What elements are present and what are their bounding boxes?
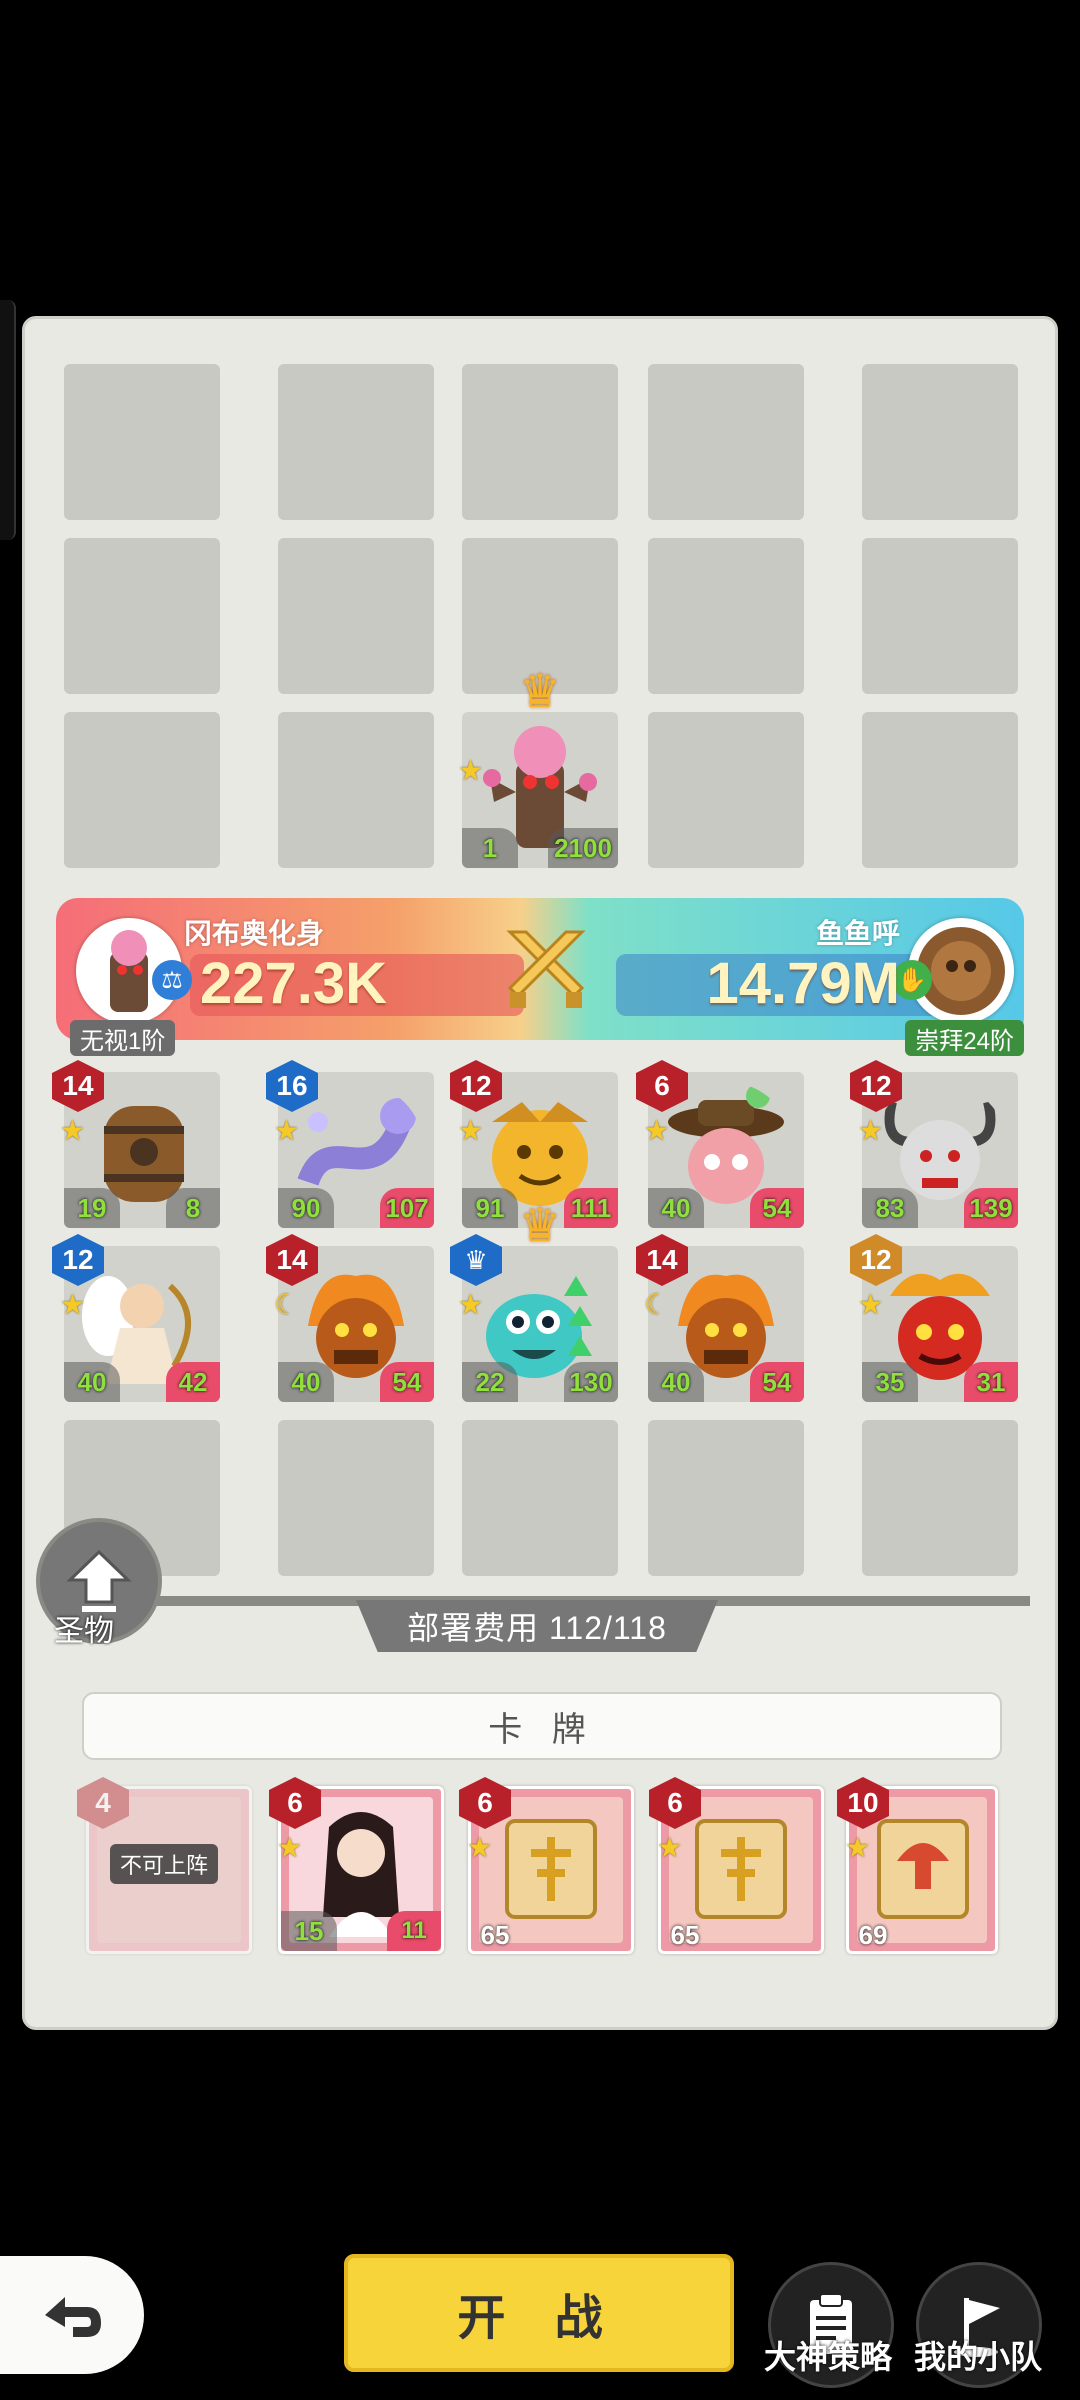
formation-slot[interactable] xyxy=(278,538,434,694)
right-player-power: 14.79M xyxy=(706,951,900,1016)
attack-stat: 35 xyxy=(862,1362,918,1402)
card-cost: 69 xyxy=(858,1920,888,1950)
formation-slot[interactable] xyxy=(648,364,804,520)
formation-slot[interactable] xyxy=(64,364,220,520)
crown-icon: ♛ xyxy=(519,1199,561,1251)
formation-slot[interactable] xyxy=(648,712,804,868)
formation-slot[interactable] xyxy=(278,712,434,868)
card-girl[interactable]: 6 ★ 15 11 xyxy=(269,1777,444,1954)
formation-slot[interactable] xyxy=(862,364,1018,520)
formation-slot[interactable] xyxy=(862,538,1018,694)
commander-unit-tree[interactable]: ♛ ★ 1 2100 xyxy=(458,668,618,868)
unit-dragon[interactable]: 16 ★ 90 107 xyxy=(266,1060,434,1228)
attack-stat: 19 xyxy=(64,1188,120,1228)
formation-slot[interactable] xyxy=(462,1420,618,1576)
attack-stat: 83 xyxy=(862,1188,918,1228)
not-deployable-tag: 不可上阵 xyxy=(110,1844,219,1884)
health-stat: 54 xyxy=(750,1188,804,1228)
star-icon: ★ xyxy=(657,1832,683,1863)
health-stat: 8 xyxy=(166,1188,220,1228)
health-stat: 54 xyxy=(750,1362,804,1402)
attack-stat: 40 xyxy=(278,1362,334,1402)
strategy-label: 大神策略 xyxy=(764,2339,893,2375)
card-scroll-mushroom[interactable]: 10 ★ 69 xyxy=(837,1777,998,1954)
back-arrow-icon xyxy=(45,2297,101,2337)
star-icon: ★ xyxy=(60,1115,86,1146)
unit-fire-demon[interactable]: 14 ☾ 40 54 xyxy=(266,1234,434,1402)
formation-slot[interactable] xyxy=(278,1420,434,1576)
deploy-cost: 部署费用 112/118 xyxy=(356,1600,718,1652)
card-cost: 65 xyxy=(480,1920,510,1950)
star-icon: ★ xyxy=(458,1289,484,1320)
side-drawer-tab[interactable] xyxy=(0,300,16,540)
formation-slot[interactable] xyxy=(64,538,220,694)
health-stat: 111 xyxy=(564,1188,618,1228)
health-stat: 107 xyxy=(380,1188,434,1228)
health-stat: 139 xyxy=(964,1188,1018,1228)
health-stat: 31 xyxy=(964,1362,1018,1402)
star-icon: ★ xyxy=(644,1115,670,1146)
left-player-power: 227.3K xyxy=(200,951,388,1016)
star-icon: ★ xyxy=(858,1289,884,1320)
moon-icon: ☾ xyxy=(644,1289,670,1320)
unit-mushroom-farmer[interactable]: 6 ★ 40 54 xyxy=(636,1060,804,1228)
attack-stat: 22 xyxy=(462,1362,518,1402)
star-icon: ★ xyxy=(274,1115,300,1146)
star-icon: ★ xyxy=(458,755,484,786)
attack-stat: 90 xyxy=(278,1188,334,1228)
star-icon: ★ xyxy=(458,1115,484,1146)
unit-red-demon[interactable]: 12 ★ 35 31 xyxy=(850,1234,1018,1402)
attack-stat: 1 xyxy=(462,828,518,868)
formation-slot[interactable] xyxy=(648,1420,804,1576)
formation-slot[interactable] xyxy=(462,364,618,520)
formation-slot[interactable] xyxy=(64,712,220,868)
start-battle-button[interactable]: 开 战 xyxy=(344,2254,734,2372)
health-stat: 11 xyxy=(387,1911,441,1951)
left-player-name: 冈布奥化身 xyxy=(184,918,325,949)
attack-stat: 15 xyxy=(281,1911,337,1951)
formation-slot[interactable] xyxy=(278,364,434,520)
health-stat: 130 xyxy=(564,1362,618,1402)
star-icon: ★ xyxy=(277,1832,303,1863)
card-scroll[interactable]: 6 ★ 65 xyxy=(459,1777,634,1954)
versus-banner: ⚖ ✋ 冈布奥化身 227.3K 鱼鱼呼 14.79M 无视1阶 崇拜24阶 xyxy=(56,898,1024,1056)
crown-icon: ♛ xyxy=(519,665,561,717)
right-player-name: 鱼鱼呼 xyxy=(815,918,900,949)
star-icon: ★ xyxy=(467,1832,493,1863)
attack-stat: 40 xyxy=(64,1362,120,1402)
unit-fire-demon[interactable]: 14 ☾ 40 54 xyxy=(636,1234,804,1402)
balance-icon: ⚖ xyxy=(152,960,192,1000)
attack-stat: 40 xyxy=(648,1188,704,1228)
star-icon: ★ xyxy=(845,1832,871,1863)
star-icon: ★ xyxy=(858,1115,884,1146)
unit-angel[interactable]: 12 ★ 40 42 xyxy=(52,1234,220,1402)
formation-slot[interactable] xyxy=(862,712,1018,868)
right-rank-tag: 崇拜24阶 xyxy=(905,1020,1024,1056)
formation-slot[interactable] xyxy=(862,1420,1018,1576)
health-stat: 54 xyxy=(380,1362,434,1402)
my-team-label: 我的小队 xyxy=(914,2339,1043,2375)
cards-tab[interactable]: 卡 牌 xyxy=(82,1692,1002,1760)
unit-slime-leader[interactable]: ♛ ♛ ★ 22 130 xyxy=(450,1202,618,1402)
unit-barrel[interactable]: 14 ★ 19 8 xyxy=(52,1060,220,1228)
formation-slot[interactable] xyxy=(648,538,804,694)
unit-horned-warrior[interactable]: 12 ★ 83 139 xyxy=(850,1060,1018,1228)
crown-icon: ♛ xyxy=(464,1244,488,1275)
back-button[interactable] xyxy=(0,2256,144,2374)
crossed-swords-icon xyxy=(506,930,586,1008)
health-stat: 42 xyxy=(166,1362,220,1402)
card-cost: 65 xyxy=(670,1920,700,1950)
relic-label: 圣物 xyxy=(54,1615,114,1648)
left-rank-tag: 无视1阶 xyxy=(70,1020,176,1056)
health-stat: 2100 xyxy=(548,828,618,868)
star-icon: ★ xyxy=(60,1289,86,1320)
attack-stat: 40 xyxy=(648,1362,704,1402)
card-scroll[interactable]: 6 ★ 65 xyxy=(649,1777,824,1954)
attack-stat: 91 xyxy=(462,1188,518,1228)
moon-icon: ☾ xyxy=(274,1289,300,1320)
